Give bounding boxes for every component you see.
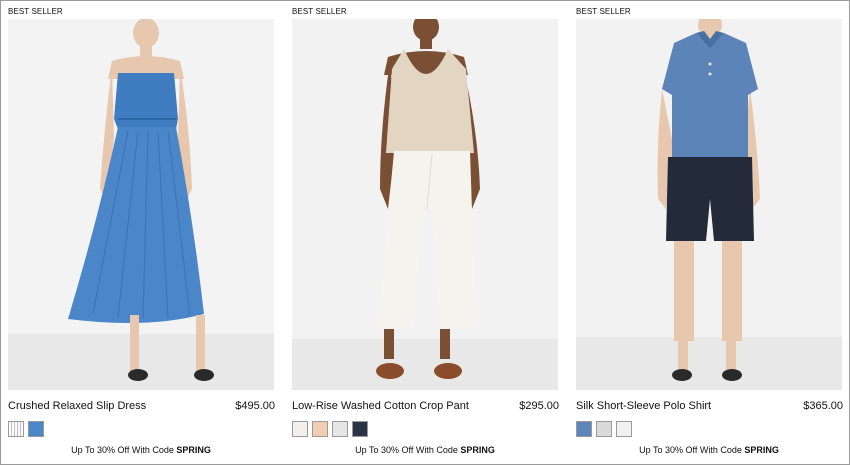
best-seller-badge: BEST SELLER xyxy=(576,7,631,16)
product-grid: BEST SELLER Crushed Relaxed Slip Dress $… xyxy=(0,0,850,465)
product-name[interactable]: Silk Short-Sleeve Polo Shirt xyxy=(576,400,711,412)
product-name[interactable]: Low-Rise Washed Cotton Crop Pant xyxy=(292,400,469,412)
color-swatches xyxy=(576,421,632,437)
model-in-polo-shirt xyxy=(576,19,842,390)
color-swatch-peach[interactable] xyxy=(312,421,328,437)
model-in-slip-dress xyxy=(8,19,274,390)
color-swatch-white[interactable] xyxy=(616,421,632,437)
product-image[interactable] xyxy=(8,19,274,390)
color-swatches xyxy=(292,421,368,437)
product-image[interactable] xyxy=(576,19,842,390)
promo-code: SPRING xyxy=(176,445,211,455)
product-name[interactable]: Crushed Relaxed Slip Dress xyxy=(8,400,146,412)
promo-text: Up To 30% Off With Code SPRING xyxy=(639,445,779,455)
model-in-crop-pant xyxy=(292,19,558,390)
color-swatch-light-grey[interactable] xyxy=(332,421,348,437)
color-swatch-off-white[interactable] xyxy=(292,421,308,437)
promo-code: SPRING xyxy=(460,445,495,455)
color-swatches xyxy=(8,421,44,437)
promo-text: Up To 30% Off With Code SPRING xyxy=(355,445,495,455)
best-seller-badge: BEST SELLER xyxy=(292,7,347,16)
product-image[interactable] xyxy=(292,19,558,390)
product-price: $495.00 xyxy=(235,400,275,412)
color-swatch-lilac-stripe[interactable] xyxy=(8,421,24,437)
color-swatch-blue[interactable] xyxy=(576,421,592,437)
product-price: $365.00 xyxy=(803,400,843,412)
promo-text: Up To 30% Off With Code SPRING xyxy=(71,445,211,455)
color-swatch-navy[interactable] xyxy=(352,421,368,437)
color-swatch-grey[interactable] xyxy=(596,421,612,437)
promo-code: SPRING xyxy=(744,445,779,455)
product-price: $295.00 xyxy=(519,400,559,412)
color-swatch-blue[interactable] xyxy=(28,421,44,437)
best-seller-badge: BEST SELLER xyxy=(8,7,63,16)
